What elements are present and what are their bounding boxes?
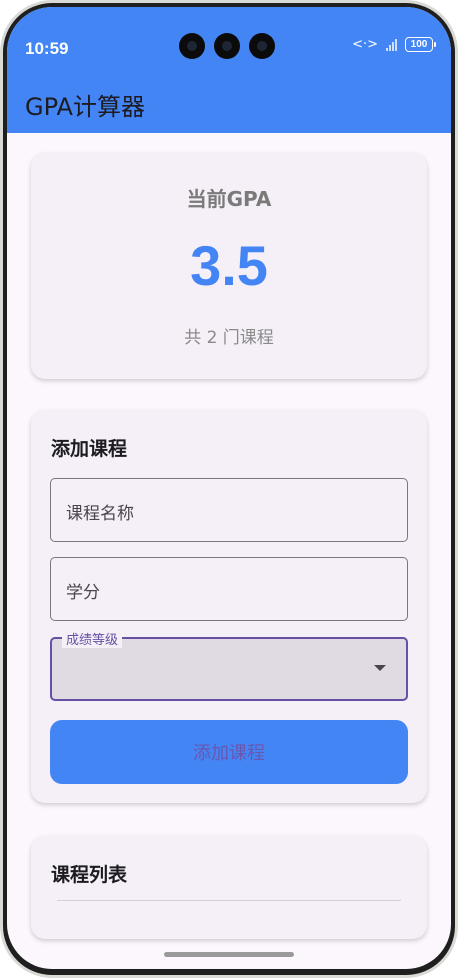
course-name-placeholder: 课程名称	[66, 504, 134, 524]
app-bar: GPA计算器	[7, 67, 451, 133]
battery-level: 100	[410, 39, 428, 50]
course-list-card: 课程列表	[31, 836, 427, 939]
status-bar: 10:59 <·> 100	[7, 7, 451, 67]
course-name-input[interactable]: 课程名称	[50, 478, 408, 542]
camera-icon	[249, 33, 275, 59]
credit-input[interactable]: 学分	[50, 557, 408, 621]
status-time: 10:59	[25, 39, 69, 58]
signal-icon	[386, 38, 397, 51]
data-transfer-icon: <·>	[352, 37, 378, 52]
camera-icon	[214, 33, 240, 59]
credit-placeholder: 学分	[66, 583, 100, 603]
app-screen: 10:59 <·> 100 GPA计算器 当前GPA 3.5 共 2 门课程 添…	[7, 7, 451, 969]
add-course-card: 添加课程 课程名称 学分 成绩等级 添加课程	[31, 410, 427, 803]
gpa-value: 3.5	[190, 234, 268, 297]
course-list-title: 课程列表	[51, 864, 128, 886]
camera-icon	[179, 33, 205, 59]
add-course-title: 添加课程	[51, 438, 128, 460]
list-divider	[57, 900, 401, 901]
gpa-label: 当前GPA	[186, 187, 272, 211]
battery-icon: 100	[405, 37, 436, 52]
add-course-button[interactable]: 添加课程	[50, 720, 408, 784]
dropdown-arrow-icon	[374, 665, 386, 671]
gpa-summary-card: 当前GPA 3.5 共 2 门课程	[31, 153, 427, 379]
course-count: 共 2 门课程	[184, 328, 274, 348]
grade-select[interactable]: 成绩等级	[50, 629, 408, 701]
phone-body: 10:59 <·> 100 GPA计算器 当前GPA 3.5 共 2 门课程 添…	[3, 3, 455, 975]
grade-label: 成绩等级	[62, 629, 123, 648]
home-indicator[interactable]	[164, 952, 294, 957]
status-icons: <·> 100	[352, 37, 436, 52]
phone-frame: 10:59 <·> 100 GPA计算器 当前GPA 3.5 共 2 门课程 添…	[0, 0, 458, 978]
app-title: GPA计算器	[25, 93, 145, 121]
